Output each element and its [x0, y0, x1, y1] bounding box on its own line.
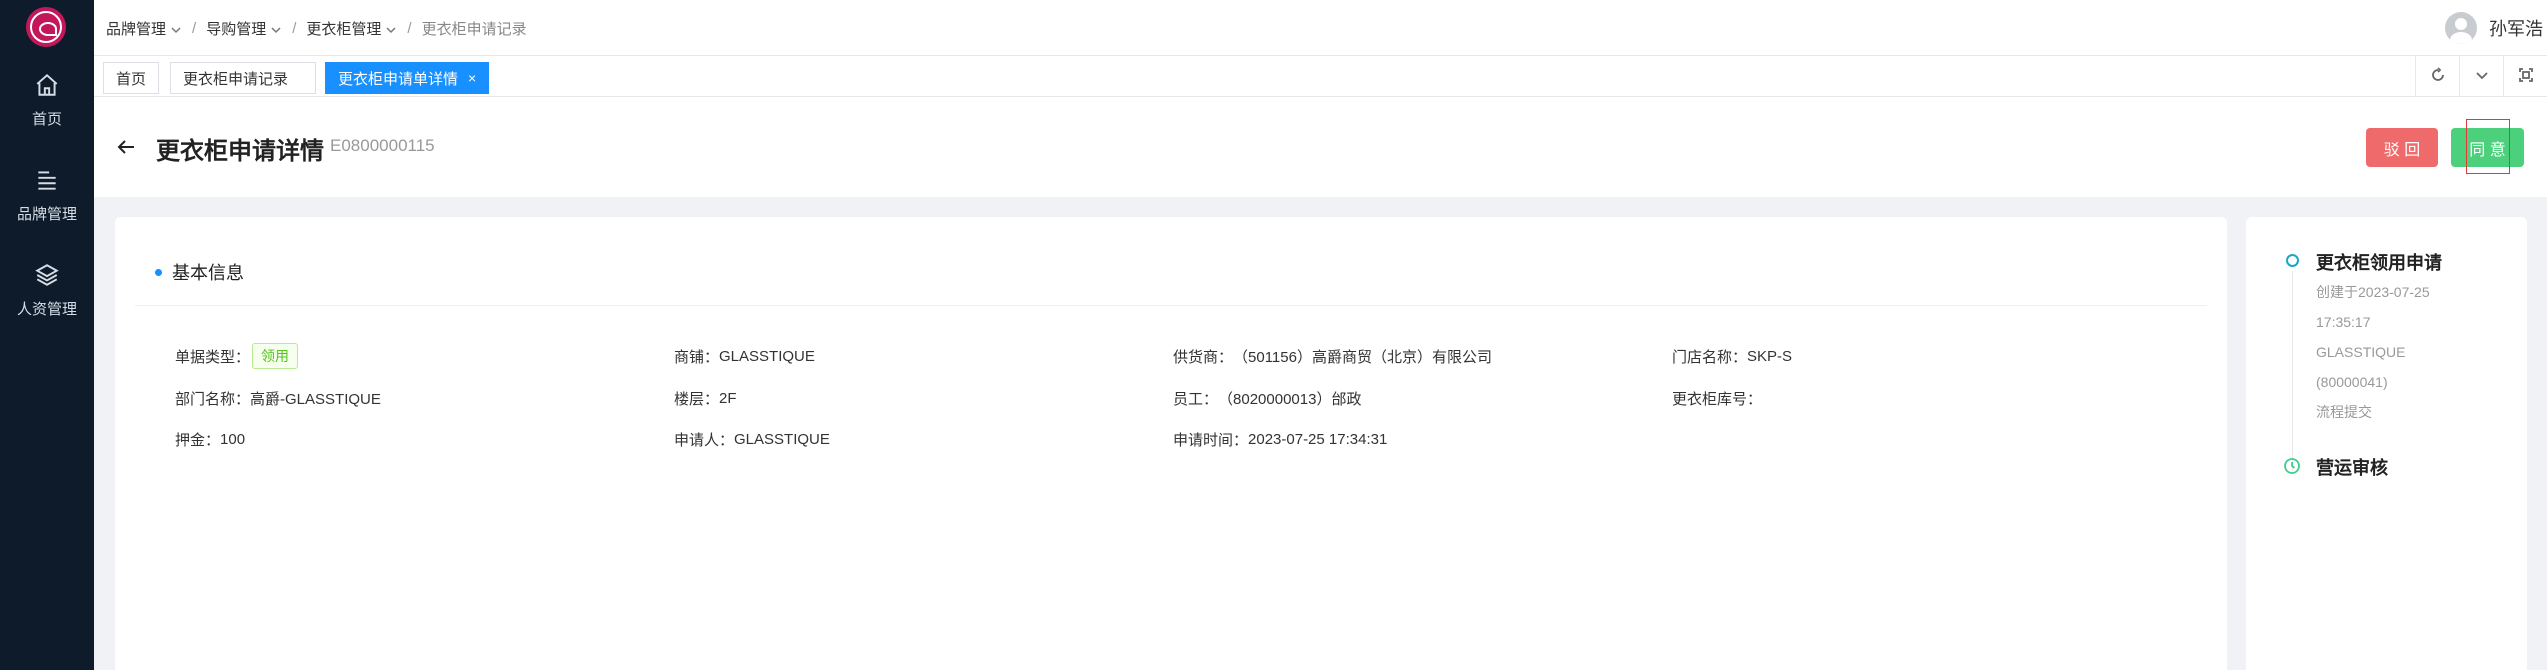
field-doc-type: 单据类型： 领用: [175, 343, 299, 369]
step-meta: 创建于2023-07-25 17:35:17 GLASSTIQUE (80000…: [2316, 284, 2430, 420]
chevron-down-icon: [2474, 67, 2490, 86]
page-header: 更衣柜申请详情 E0800000115 驳 回 同 意: [94, 97, 2547, 197]
home-icon: [34, 72, 60, 98]
breadcrumb-separator: /: [192, 20, 197, 37]
sidebar-item-label: 人资管理: [16, 301, 77, 318]
breadcrumb-item-brand[interactable]: 品牌管理: [106, 18, 182, 39]
status-badge: 领用: [252, 343, 299, 369]
sidebar-item-label: 品牌管理: [16, 206, 77, 223]
field-deposit: 押金： 100: [175, 431, 246, 449]
tab-tools: [2415, 56, 2547, 97]
page-title: 更衣柜申请详情: [156, 138, 324, 165]
field-shop: 商铺： GLASSTIQUE: [674, 348, 815, 366]
breadcrumb-separator: /: [407, 20, 412, 37]
field-store-name: 门店名称： SKP-S: [1672, 348, 1793, 366]
field-department: 部门名称： 高爵-GLASSTIQUE: [175, 391, 381, 408]
fullscreen-button[interactable]: [2503, 56, 2547, 97]
reject-button[interactable]: 驳 回: [2366, 128, 2438, 167]
sidebar: 首页 品牌管理 人资管理: [0, 0, 94, 670]
sidebar-item-home[interactable]: 首页: [0, 72, 94, 129]
tab-locker-records[interactable]: 更衣柜申请记录: [170, 62, 316, 94]
back-button[interactable]: [114, 135, 138, 159]
approval-flow-panel: 更衣柜领用申请 创建于2023-07-25 17:35:17 GLASSTIQU…: [2246, 217, 2527, 670]
step-connector: [2292, 271, 2293, 471]
user-name: 孙军浩: [2489, 19, 2543, 39]
field-floor: 楼层： 2F: [674, 390, 737, 408]
clock-icon: [2283, 457, 2301, 475]
divider: [135, 305, 2207, 306]
sidebar-item-brand[interactable]: 品牌管理: [0, 167, 94, 224]
chevron-down-icon: [385, 23, 397, 35]
field-apply-time: 申请时间： 2023-07-25 17:34:31: [1173, 431, 1388, 449]
brand-logo[interactable]: [26, 7, 66, 47]
tabs-bar: 首页 更衣柜申请记录 更衣柜申请单详情 ×: [94, 56, 2547, 97]
step-title: 更衣柜领用申请: [2316, 253, 2442, 273]
field-supplier: 供货商： （501156）高爵商贸（北京）有限公司: [1173, 349, 1492, 366]
section-title: 基本信息: [155, 259, 244, 285]
user-menu[interactable]: 孙军浩: [2445, 12, 2543, 44]
chevron-down-icon: [170, 23, 182, 35]
agree-button[interactable]: 同 意: [2451, 128, 2524, 167]
close-icon[interactable]: ×: [468, 70, 476, 86]
arrow-left-icon: [114, 140, 138, 162]
breadcrumb-item-current: 更衣柜申请记录: [421, 21, 527, 38]
field-locker-number: 更衣柜库号：: [1672, 391, 1763, 408]
step-circle-icon: [2286, 254, 2299, 267]
refresh-icon: [2430, 67, 2446, 86]
document-code: E0800000115: [330, 136, 435, 155]
basic-info-card: 基本信息 单据类型： 领用 商铺： GLASSTIQUE 供货商： （50115…: [115, 217, 2227, 670]
sidebar-item-label: 首页: [31, 111, 62, 128]
chevron-down-icon: [270, 23, 282, 35]
tabs-dropdown-button[interactable]: [2459, 56, 2503, 97]
tab-home[interactable]: 首页: [103, 62, 160, 94]
top-bar: 品牌管理 / 导购管理 / 更衣柜管理 / 更衣柜申请记录 孙军浩: [94, 0, 2547, 56]
bullet-dot: [155, 268, 162, 276]
sidebar-item-hr[interactable]: 人资管理: [0, 262, 94, 319]
field-employee: 员工： （8020000013）邰政: [1173, 391, 1362, 408]
fullscreen-icon: [2518, 67, 2534, 86]
avatar: [2445, 12, 2477, 44]
list-icon: [34, 167, 60, 193]
layers-icon: [34, 262, 60, 288]
refresh-button[interactable]: [2415, 56, 2459, 97]
breadcrumb-item-locker[interactable]: 更衣柜管理: [306, 18, 397, 39]
tab-locker-detail[interactable]: 更衣柜申请单详情 ×: [325, 62, 490, 94]
field-applicant: 申请人： GLASSTIQUE: [674, 431, 830, 449]
breadcrumb: 品牌管理 / 导购管理 / 更衣柜管理 / 更衣柜申请记录: [106, 18, 527, 39]
breadcrumb-item-guide[interactable]: 导购管理: [206, 18, 282, 39]
step-title: 营运审核: [2316, 458, 2388, 478]
breadcrumb-separator: /: [292, 20, 297, 37]
